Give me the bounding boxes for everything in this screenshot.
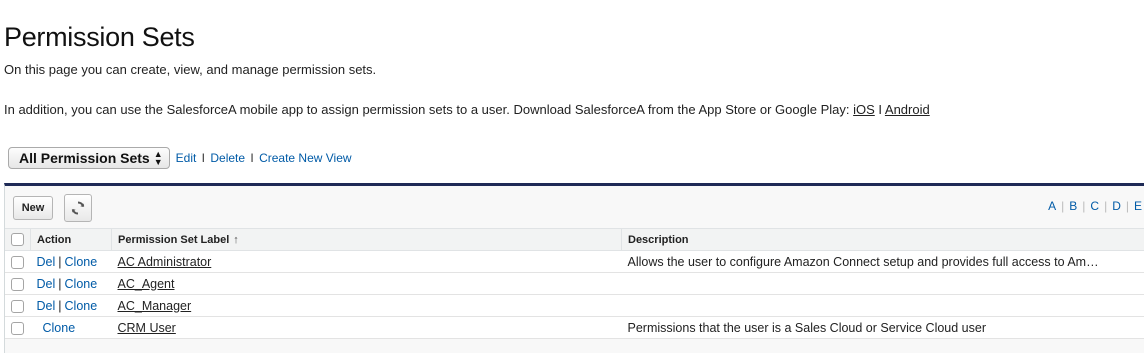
action-separator: | xyxy=(58,299,61,313)
action-header: Action xyxy=(31,229,112,251)
salesforcea-text: In addition, you can use the SalesforceA… xyxy=(4,102,930,117)
permission-set-link[interactable]: CRM User xyxy=(118,321,176,335)
del-link[interactable]: Del xyxy=(37,255,56,269)
del-link[interactable]: Del xyxy=(37,277,56,291)
del-link[interactable]: Del xyxy=(37,299,56,313)
alpha-filter-a[interactable]: A xyxy=(1048,199,1056,213)
row-actions: Clone xyxy=(31,317,112,339)
permission-set-link[interactable]: AC_Agent xyxy=(118,277,175,291)
new-button[interactable]: New xyxy=(13,196,53,220)
row-checkbox[interactable] xyxy=(11,278,24,291)
link-separator: I xyxy=(875,102,885,117)
alpha-filter: A|B|C|D|E xyxy=(1048,199,1142,213)
ios-link[interactable]: iOS xyxy=(853,102,875,117)
sort-ascending-icon: ↑ xyxy=(233,234,239,246)
permission-set-link[interactable]: AC_Manager xyxy=(118,299,192,313)
row-description: Permissions that the user is a Sales Clo… xyxy=(622,317,1144,339)
row-description xyxy=(622,273,1144,295)
alpha-filter-c[interactable]: C xyxy=(1090,199,1099,213)
clone-link[interactable]: Clone xyxy=(43,321,76,335)
android-link[interactable]: Android xyxy=(885,102,930,117)
row-select-cell xyxy=(5,317,31,339)
row-select-cell xyxy=(5,273,31,295)
row-description: Allows the user to configure Amazon Conn… xyxy=(622,251,1144,273)
row-checkbox[interactable] xyxy=(11,256,24,269)
permission-set-table: Action Permission Set Label ↑ Description… xyxy=(5,228,1144,339)
alpha-filter-d[interactable]: D xyxy=(1112,199,1121,213)
row-label: AC_Manager xyxy=(112,295,622,317)
row-label: AC Administrator xyxy=(112,251,622,273)
edit-view-link[interactable]: Edit xyxy=(176,151,197,165)
page-title: Permission Sets xyxy=(4,22,195,53)
clone-link[interactable]: Clone xyxy=(65,255,98,269)
label-header-text: Permission Set Label xyxy=(118,234,229,246)
row-checkbox[interactable] xyxy=(11,322,24,335)
clone-link[interactable]: Clone xyxy=(65,277,98,291)
select-arrows-icon: ▲▼ xyxy=(154,150,163,166)
create-new-view-link[interactable]: Create New View xyxy=(259,151,351,165)
view-select-value: All Permission Sets xyxy=(19,150,150,166)
row-select-cell xyxy=(5,295,31,317)
refresh-button[interactable] xyxy=(64,194,92,222)
refresh-icon xyxy=(70,200,86,216)
delete-view-link[interactable]: Delete xyxy=(210,151,245,165)
salesforcea-text-prefix: In addition, you can use the SalesforceA… xyxy=(4,102,853,117)
alpha-filter-e[interactable]: E xyxy=(1134,199,1142,213)
table-row: Del| Clone AC_Agent xyxy=(5,273,1144,295)
table-row: Del| Clone AC Administrator Allows the us… xyxy=(5,251,1144,273)
label-header[interactable]: Permission Set Label ↑ xyxy=(112,229,622,251)
row-actions: Del| Clone xyxy=(31,295,112,317)
description-header[interactable]: Description xyxy=(622,229,1144,251)
permission-set-list: New A|B|C|D|E Action Permission Set Labe… xyxy=(4,183,1144,353)
action-separator: | xyxy=(58,255,61,269)
row-description xyxy=(622,295,1144,317)
row-select-cell xyxy=(5,251,31,273)
list-toolbar: New A|B|C|D|E xyxy=(5,186,1144,228)
alpha-filter-b[interactable]: B xyxy=(1069,199,1077,213)
row-actions: Del| Clone xyxy=(31,251,112,273)
view-link-separator: I xyxy=(250,151,253,165)
clone-link[interactable]: Clone xyxy=(65,299,98,313)
table-row: Del| Clone AC_Manager xyxy=(5,295,1144,317)
row-actions: Del| Clone xyxy=(31,273,112,295)
view-link-separator: I xyxy=(202,151,205,165)
row-checkbox[interactable] xyxy=(11,300,24,313)
table-row: Clone CRM User Permissions that the user… xyxy=(5,317,1144,339)
permission-set-link[interactable]: AC Administrator xyxy=(118,255,212,269)
select-all-cell xyxy=(5,229,31,251)
view-links: Edit I Delete I Create New View xyxy=(176,151,352,165)
view-row: All Permission Sets ▲▼ Edit I Delete I C… xyxy=(8,147,352,169)
select-all-checkbox[interactable] xyxy=(11,233,24,246)
table-header-row: Action Permission Set Label ↑ Description xyxy=(5,229,1144,251)
row-label: AC_Agent xyxy=(112,273,622,295)
action-separator: | xyxy=(58,277,61,291)
intro-text: On this page you can create, view, and m… xyxy=(4,62,376,77)
view-select[interactable]: All Permission Sets ▲▼ xyxy=(8,147,170,169)
row-label: CRM User xyxy=(112,317,622,339)
